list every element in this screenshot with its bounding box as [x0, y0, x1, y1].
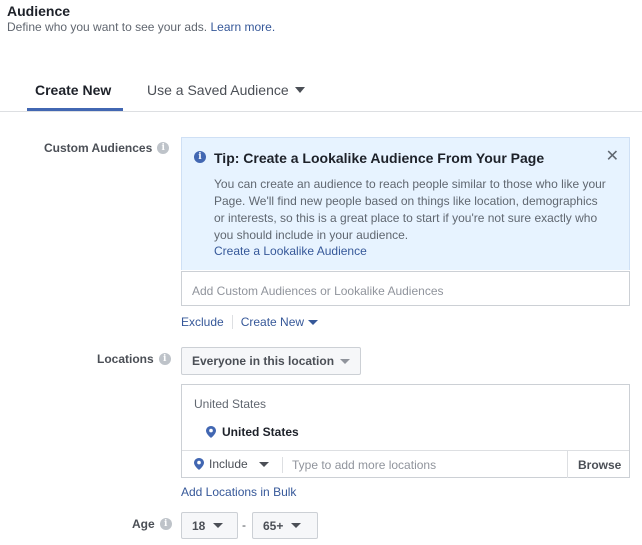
- custom-audiences-input[interactable]: Add Custom Audiences or Lookalike Audien…: [181, 271, 630, 306]
- include-label: Include: [209, 457, 248, 471]
- audience-tabs: Create New Use a Saved Audience: [0, 70, 642, 112]
- location-search-bar: Include Type to add more locations Brows…: [182, 450, 629, 478]
- section-subtitle: Define who you want to see your ads. Lea…: [7, 20, 275, 34]
- selected-location-label: United States: [222, 425, 299, 439]
- info-icon: i: [194, 151, 206, 163]
- browse-button[interactable]: Browse: [578, 458, 621, 472]
- lookalike-tip-box: i Tip: Create a Lookalike Audience From …: [181, 137, 630, 270]
- location-type-value: Everyone in this location: [192, 354, 335, 368]
- section-title: Audience: [7, 3, 71, 19]
- location-search-input[interactable]: Type to add more locations: [292, 458, 436, 472]
- divider: [567, 451, 568, 478]
- include-exclude-dropdown[interactable]: Include: [194, 457, 269, 471]
- tab-create-new[interactable]: Create New: [35, 82, 111, 98]
- age-label: Age i: [132, 517, 172, 531]
- age-min-select[interactable]: 18: [181, 512, 238, 539]
- selected-location[interactable]: United States: [206, 425, 299, 439]
- custom-audience-actions: Exclude Create New: [181, 315, 319, 329]
- location-pin-icon: [194, 458, 204, 470]
- create-new-dropdown[interactable]: Create New: [240, 315, 319, 329]
- age-separator: -: [242, 518, 246, 532]
- location-type-select[interactable]: Everyone in this location: [181, 347, 361, 375]
- tab-use-saved-audience[interactable]: Use a Saved Audience: [147, 82, 305, 98]
- age-max-select[interactable]: 65+: [252, 512, 318, 539]
- info-icon[interactable]: i: [158, 353, 171, 365]
- chevron-down-icon: [308, 319, 319, 325]
- custom-audiences-label: Custom Audiences i: [44, 141, 170, 155]
- tip-body: You can create an audience to reach peop…: [214, 177, 606, 242]
- add-locations-bulk-link[interactable]: Add Locations in Bulk: [181, 485, 296, 499]
- divider: [282, 457, 283, 473]
- divider: [231, 315, 233, 329]
- info-icon[interactable]: i: [157, 142, 170, 154]
- locations-label-text: Locations: [97, 352, 154, 366]
- tab-saved-label: Use a Saved Audience: [147, 82, 289, 98]
- locations-label: Locations i: [97, 352, 171, 366]
- info-icon[interactable]: i: [159, 518, 172, 530]
- age-label-text: Age: [132, 517, 155, 531]
- subtitle-text: Define who you want to see your ads.: [7, 20, 208, 34]
- chevron-down-icon: [340, 358, 350, 364]
- locations-box: United States United States Include Type…: [181, 384, 630, 478]
- active-tab-indicator: [27, 108, 123, 111]
- exclude-link[interactable]: Exclude: [181, 315, 224, 329]
- location-country-heading: United States: [194, 397, 267, 411]
- chevron-down-icon: [294, 87, 305, 93]
- chevron-down-icon: [213, 523, 224, 528]
- create-lookalike-link[interactable]: Create a Lookalike Audience: [214, 244, 367, 258]
- learn-more-link[interactable]: Learn more.: [210, 20, 275, 34]
- create-new-label: Create New: [240, 315, 305, 329]
- age-max-value: 65+: [263, 518, 284, 533]
- chevron-down-icon: [291, 523, 302, 528]
- location-pin-icon: [206, 426, 216, 438]
- custom-audiences-label-text: Custom Audiences: [44, 141, 153, 155]
- close-icon[interactable]: ✕: [606, 146, 619, 166]
- chevron-down-icon: [258, 461, 269, 467]
- tip-title: Tip: Create a Lookalike Audience From Yo…: [214, 150, 545, 166]
- age-min-value: 18: [192, 518, 206, 533]
